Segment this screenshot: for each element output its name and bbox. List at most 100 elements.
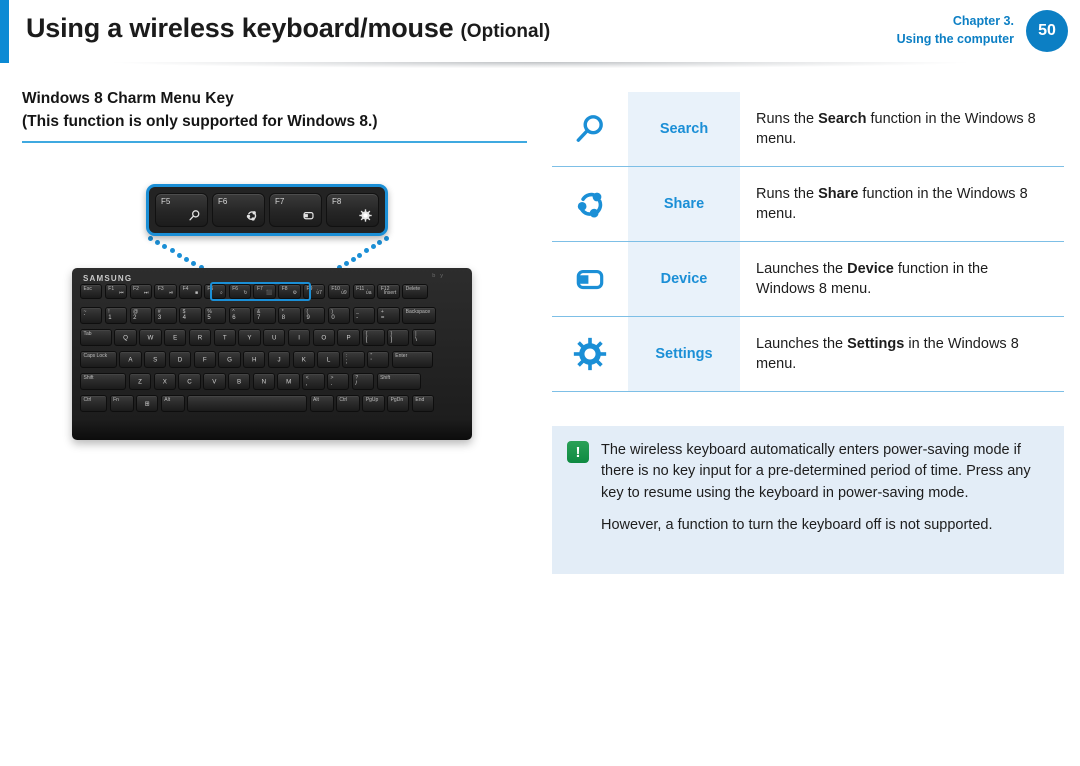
key-top-label: ^: [232, 308, 235, 315]
section-heading-line-1: Windows 8 Charm Menu Key: [22, 90, 234, 107]
key-center-label: F: [202, 356, 207, 363]
key-center-label: O: [321, 334, 327, 341]
keyboard-key: R: [188, 329, 212, 346]
keyboard-key: J: [267, 351, 291, 368]
key-bottom-label: \: [415, 337, 417, 343]
keyboard-key: [187, 395, 308, 412]
keyboard-key: F4 ■: [179, 284, 202, 299]
key-bottom-label: .: [330, 381, 333, 387]
keyboard-key: F11 ὐa: [352, 284, 375, 299]
key-top-label: Shift: [83, 374, 94, 381]
key-bottom-label: 5: [207, 315, 211, 321]
key-bottom-label: [: [365, 337, 368, 343]
key-top-label: F7: [256, 285, 263, 292]
key-bottom-label: =: [380, 315, 385, 321]
key-top-label: &: [256, 308, 261, 315]
key-center-label: T: [222, 334, 227, 341]
note-paragraph: The wireless keyboard automatically ente…: [601, 442, 1031, 501]
keyboard-key: Caps Lock: [80, 351, 117, 368]
key-top-label: Ctrl: [339, 396, 348, 403]
key-top-label: F5: [207, 285, 214, 292]
key-center-label: C: [187, 378, 192, 385]
keyboard-key: F3 ⏯: [154, 284, 177, 299]
key-center-label: Z: [138, 378, 142, 385]
keyboard-key: X: [153, 373, 176, 390]
key-top-label: :: [345, 352, 348, 359]
key-center-label: Y: [247, 334, 252, 341]
key-top-label: Esc: [83, 285, 92, 292]
key-top-label: $: [182, 308, 186, 315]
key-top-label: F8: [281, 285, 288, 292]
keyboard-indicator-marks: by: [432, 273, 448, 279]
callout-key-f7: F7: [269, 193, 322, 227]
keyboard-key: >.: [327, 373, 350, 390]
key-bottom-label: `: [83, 315, 86, 321]
callout-key-label: F8: [332, 197, 342, 206]
key-top-label: ): [331, 308, 333, 315]
page-number-badge: 50: [1026, 10, 1068, 52]
keyboard-key: Alt: [309, 395, 334, 412]
charm-description: Runs the Share function in the Windows 8…: [740, 167, 1064, 241]
charm-label-share: Share: [628, 167, 740, 241]
keyboard-key: S: [143, 351, 167, 368]
key-top-label: Alt: [164, 396, 171, 403]
charm-description: Launches the Device function in the Wind…: [740, 242, 1064, 316]
chapter-name: Using the computer: [896, 32, 1014, 47]
keyboard-key: L: [317, 351, 340, 368]
share-icon: [245, 209, 258, 222]
keyboard-key: K: [292, 351, 316, 368]
key-bottom-label: 2: [133, 315, 137, 321]
key-top-label: F4: [182, 285, 189, 292]
keyboard-key: C: [178, 373, 201, 390]
keyboard-key: F6 ↻: [228, 284, 252, 299]
keyboard-row-5: Shift Z X C V B N M <, >.? / Shift: [80, 373, 422, 390]
key-top-label: |: [415, 330, 417, 337]
keyboard-key: F12 Insert: [377, 284, 400, 299]
key-top-label: *: [281, 308, 284, 315]
keyboard-key: V: [203, 373, 226, 390]
note-exclamation-icon: !: [567, 441, 589, 463]
keyboard-key: F5 ⌕: [203, 284, 227, 299]
keyboard-key: M: [277, 373, 300, 390]
keyboard-key: Ctrl: [335, 395, 360, 412]
share-icon: [552, 167, 628, 241]
key-bottom-label: -: [356, 315, 359, 321]
key-top-label: #: [157, 308, 161, 315]
keyboard-key: I: [287, 329, 311, 346]
key-top-label: PgUp: [365, 396, 379, 403]
section-heading-line-2: (This function is only supported for Win…: [22, 113, 378, 131]
keyboard-key: D: [168, 351, 192, 368]
key-center-label: B: [237, 378, 242, 385]
header-accent-bar: [0, 0, 9, 63]
key-top-label: Caps Lock: [83, 352, 108, 359]
key-center-label: E: [173, 334, 178, 341]
callout-key-f5: F5: [155, 193, 208, 227]
key-top-label: Delete: [405, 285, 421, 292]
header-title-group: Using a wireless keyboard/mouse (Optiona…: [26, 13, 550, 44]
charm-label-settings: Settings: [628, 317, 740, 391]
key-center-label: N: [261, 378, 267, 385]
charm-table-row: Share Runs the Share function in the Wind…: [552, 167, 1064, 242]
charm-description: Launches the Settings in the Windows 8 m…: [740, 317, 1064, 391]
key-top-label: ~: [83, 308, 87, 315]
keyboard-key: $4: [179, 307, 202, 324]
charm-description: Runs the Search function in the Windows …: [740, 92, 1064, 166]
key-bottom-label: 8: [281, 315, 286, 321]
key-center-label: L: [326, 356, 331, 363]
key-bottom-label: 0: [331, 315, 335, 321]
keyboard-key: }]: [386, 329, 410, 346]
keyboard-key: G: [218, 351, 241, 368]
charm-table-row: Search Runs the Search function in the Wi…: [552, 92, 1064, 167]
key-center-label: P: [346, 334, 351, 341]
key-function-glyph: ὐa: [365, 290, 372, 296]
keyboard-key: H: [243, 351, 266, 368]
keyboard-key: E: [163, 329, 187, 346]
search-icon: [188, 209, 201, 222]
charm-label-device: Device: [628, 242, 740, 316]
callout-key-f8: F8: [326, 193, 379, 227]
key-top-label: PgDn: [390, 396, 404, 403]
key-bottom-label: 9: [306, 315, 310, 321]
keyboard-key: & 7: [253, 307, 276, 324]
keyboard-key: T: [213, 329, 236, 346]
key-top-label: }: [390, 330, 393, 337]
